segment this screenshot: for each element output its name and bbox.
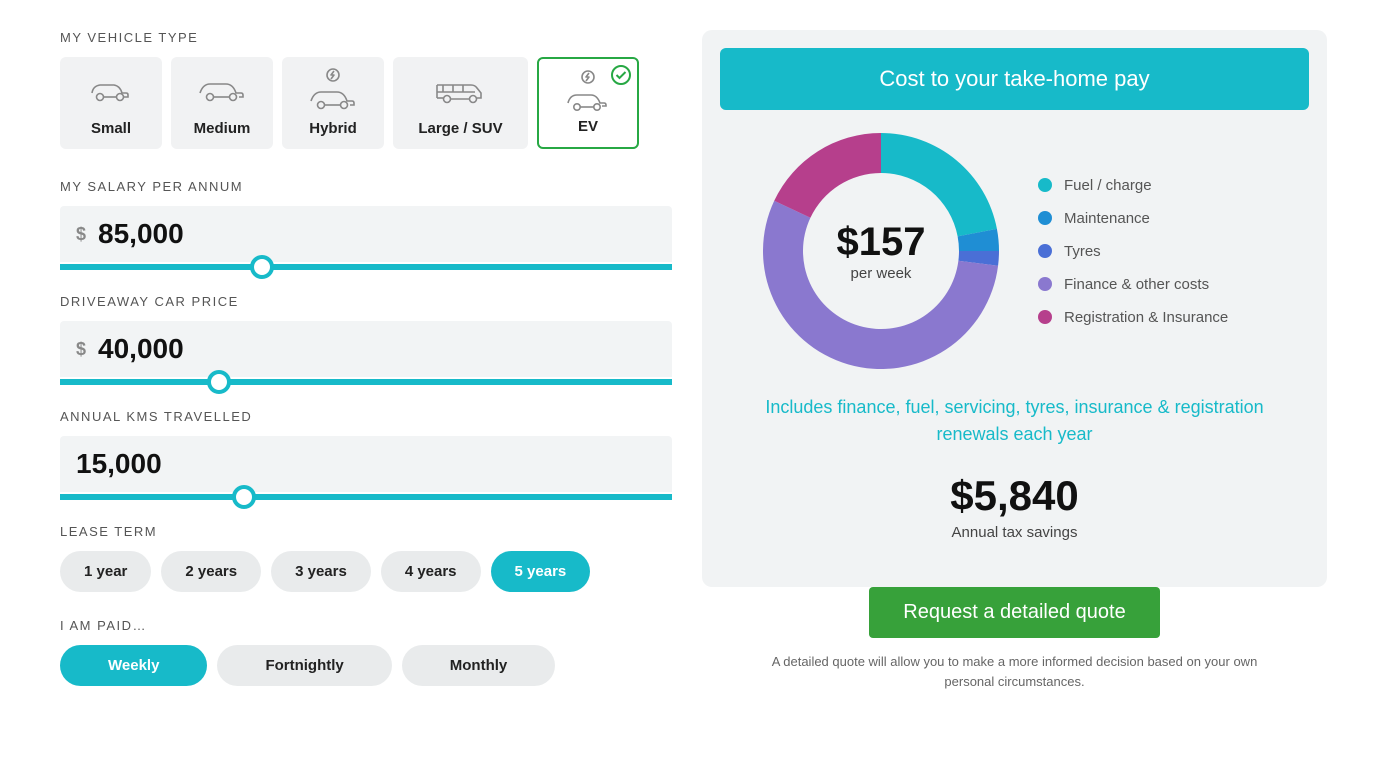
cost-donut-chart: $157 per week (756, 126, 1006, 376)
legend-item: Maintenance (1038, 210, 1228, 227)
legend-label: Registration & Insurance (1064, 309, 1228, 326)
vehicle-type-label-text: Medium (194, 120, 251, 137)
result-card: Cost to your take-home pay $157 per week… (702, 30, 1327, 587)
salary-label: MY SALARY PER ANNUM (60, 179, 672, 194)
kms-slider-thumb[interactable] (232, 485, 256, 509)
legend-label: Fuel / charge (1064, 177, 1152, 194)
salary-slider[interactable] (60, 264, 672, 270)
car-medium-icon (197, 75, 247, 103)
vehicle-type-ev[interactable]: EV (537, 57, 639, 149)
vehicle-type-label-text: Hybrid (309, 120, 357, 137)
donut-center-unit: per week (837, 265, 926, 282)
paid-options: WeeklyFortnightly Monthly (60, 645, 672, 686)
pill-monthly[interactable]: Monthly (402, 645, 556, 686)
annual-savings-label: Annual tax savings (720, 524, 1309, 541)
pill-4-years[interactable]: 4 years (381, 551, 481, 592)
legend-label: Maintenance (1064, 210, 1150, 227)
pill-fortnightly[interactable]: Fortnightly (217, 645, 391, 686)
kms-label: ANNUAL KMS TRAVELLED (60, 409, 672, 424)
pill-5-years[interactable]: 5 years (491, 551, 591, 592)
price-input[interactable]: $ 40,000 (60, 321, 672, 377)
kms-input[interactable]: 15,000 (60, 436, 672, 492)
vehicle-type-label-text: Small (91, 120, 131, 137)
paid-label: I AM PAID… (60, 618, 672, 633)
annual-savings-amount: $5,840 (720, 472, 1309, 520)
vehicle-type-group: Small Medium (60, 57, 672, 149)
legend-item: Registration & Insurance (1038, 309, 1228, 326)
legend-item: Tyres (1038, 243, 1228, 260)
pill-2-years[interactable]: 2 years (161, 551, 261, 592)
donut-center-value: $157 (837, 220, 926, 265)
price-value: 40,000 (98, 333, 184, 365)
legend-swatch-icon (1038, 244, 1052, 258)
vehicle-type-label-text: EV (578, 118, 598, 135)
legend-swatch-icon (1038, 178, 1052, 192)
cost-header: Cost to your take-home pay (720, 48, 1309, 110)
lease-term-options: 1 year2 years3 years4 years5 years (60, 551, 672, 592)
pill-1-year[interactable]: 1 year (60, 551, 151, 592)
currency-symbol: $ (76, 339, 86, 360)
request-quote-button[interactable]: Request a detailed quote (869, 587, 1159, 638)
vehicle-type-label-text: Large / SUV (418, 120, 502, 137)
salary-input[interactable]: $ 85,000 (60, 206, 672, 262)
vehicle-type-label: MY VEHICLE TYPE (60, 30, 672, 45)
salary-slider-thumb[interactable] (250, 255, 274, 279)
price-slider-thumb[interactable] (207, 370, 231, 394)
legend-item: Finance & other costs (1038, 276, 1228, 293)
legend-swatch-icon (1038, 277, 1052, 291)
quote-fineprint: A detailed quote will allow you to make … (702, 652, 1327, 691)
car-ev-icon (563, 69, 613, 113)
pill-weekly[interactable]: Weekly (60, 645, 207, 686)
vehicle-type-medium[interactable]: Medium (171, 57, 273, 149)
legend-item: Fuel / charge (1038, 177, 1228, 194)
legend-label: Finance & other costs (1064, 276, 1209, 293)
check-icon (611, 65, 631, 85)
kms-slider[interactable] (60, 494, 672, 500)
lease-term-label: LEASE TERM (60, 524, 672, 539)
currency-symbol: $ (76, 224, 86, 245)
price-label: DRIVEAWAY CAR PRICE (60, 294, 672, 309)
donut-legend: Fuel / charge Maintenance Tyres Finance & o… (1038, 177, 1228, 326)
kms-value: 15,000 (76, 448, 162, 480)
pill-3-years[interactable]: 3 years (271, 551, 371, 592)
vehicle-type-small[interactable]: Small (60, 57, 162, 149)
price-slider[interactable] (60, 379, 672, 385)
car-suv-icon (433, 75, 489, 105)
legend-swatch-icon (1038, 211, 1052, 225)
legend-label: Tyres (1064, 243, 1101, 260)
includes-text: Includes finance, fuel, servicing, tyres… (720, 394, 1309, 448)
vehicle-type-large-suv[interactable]: Large / SUV (393, 57, 528, 149)
salary-value: 85,000 (98, 218, 184, 250)
vehicle-type-hybrid[interactable]: Hybrid (282, 57, 384, 149)
car-small-icon (88, 75, 134, 103)
legend-swatch-icon (1038, 310, 1052, 324)
car-hybrid-icon (308, 67, 358, 111)
